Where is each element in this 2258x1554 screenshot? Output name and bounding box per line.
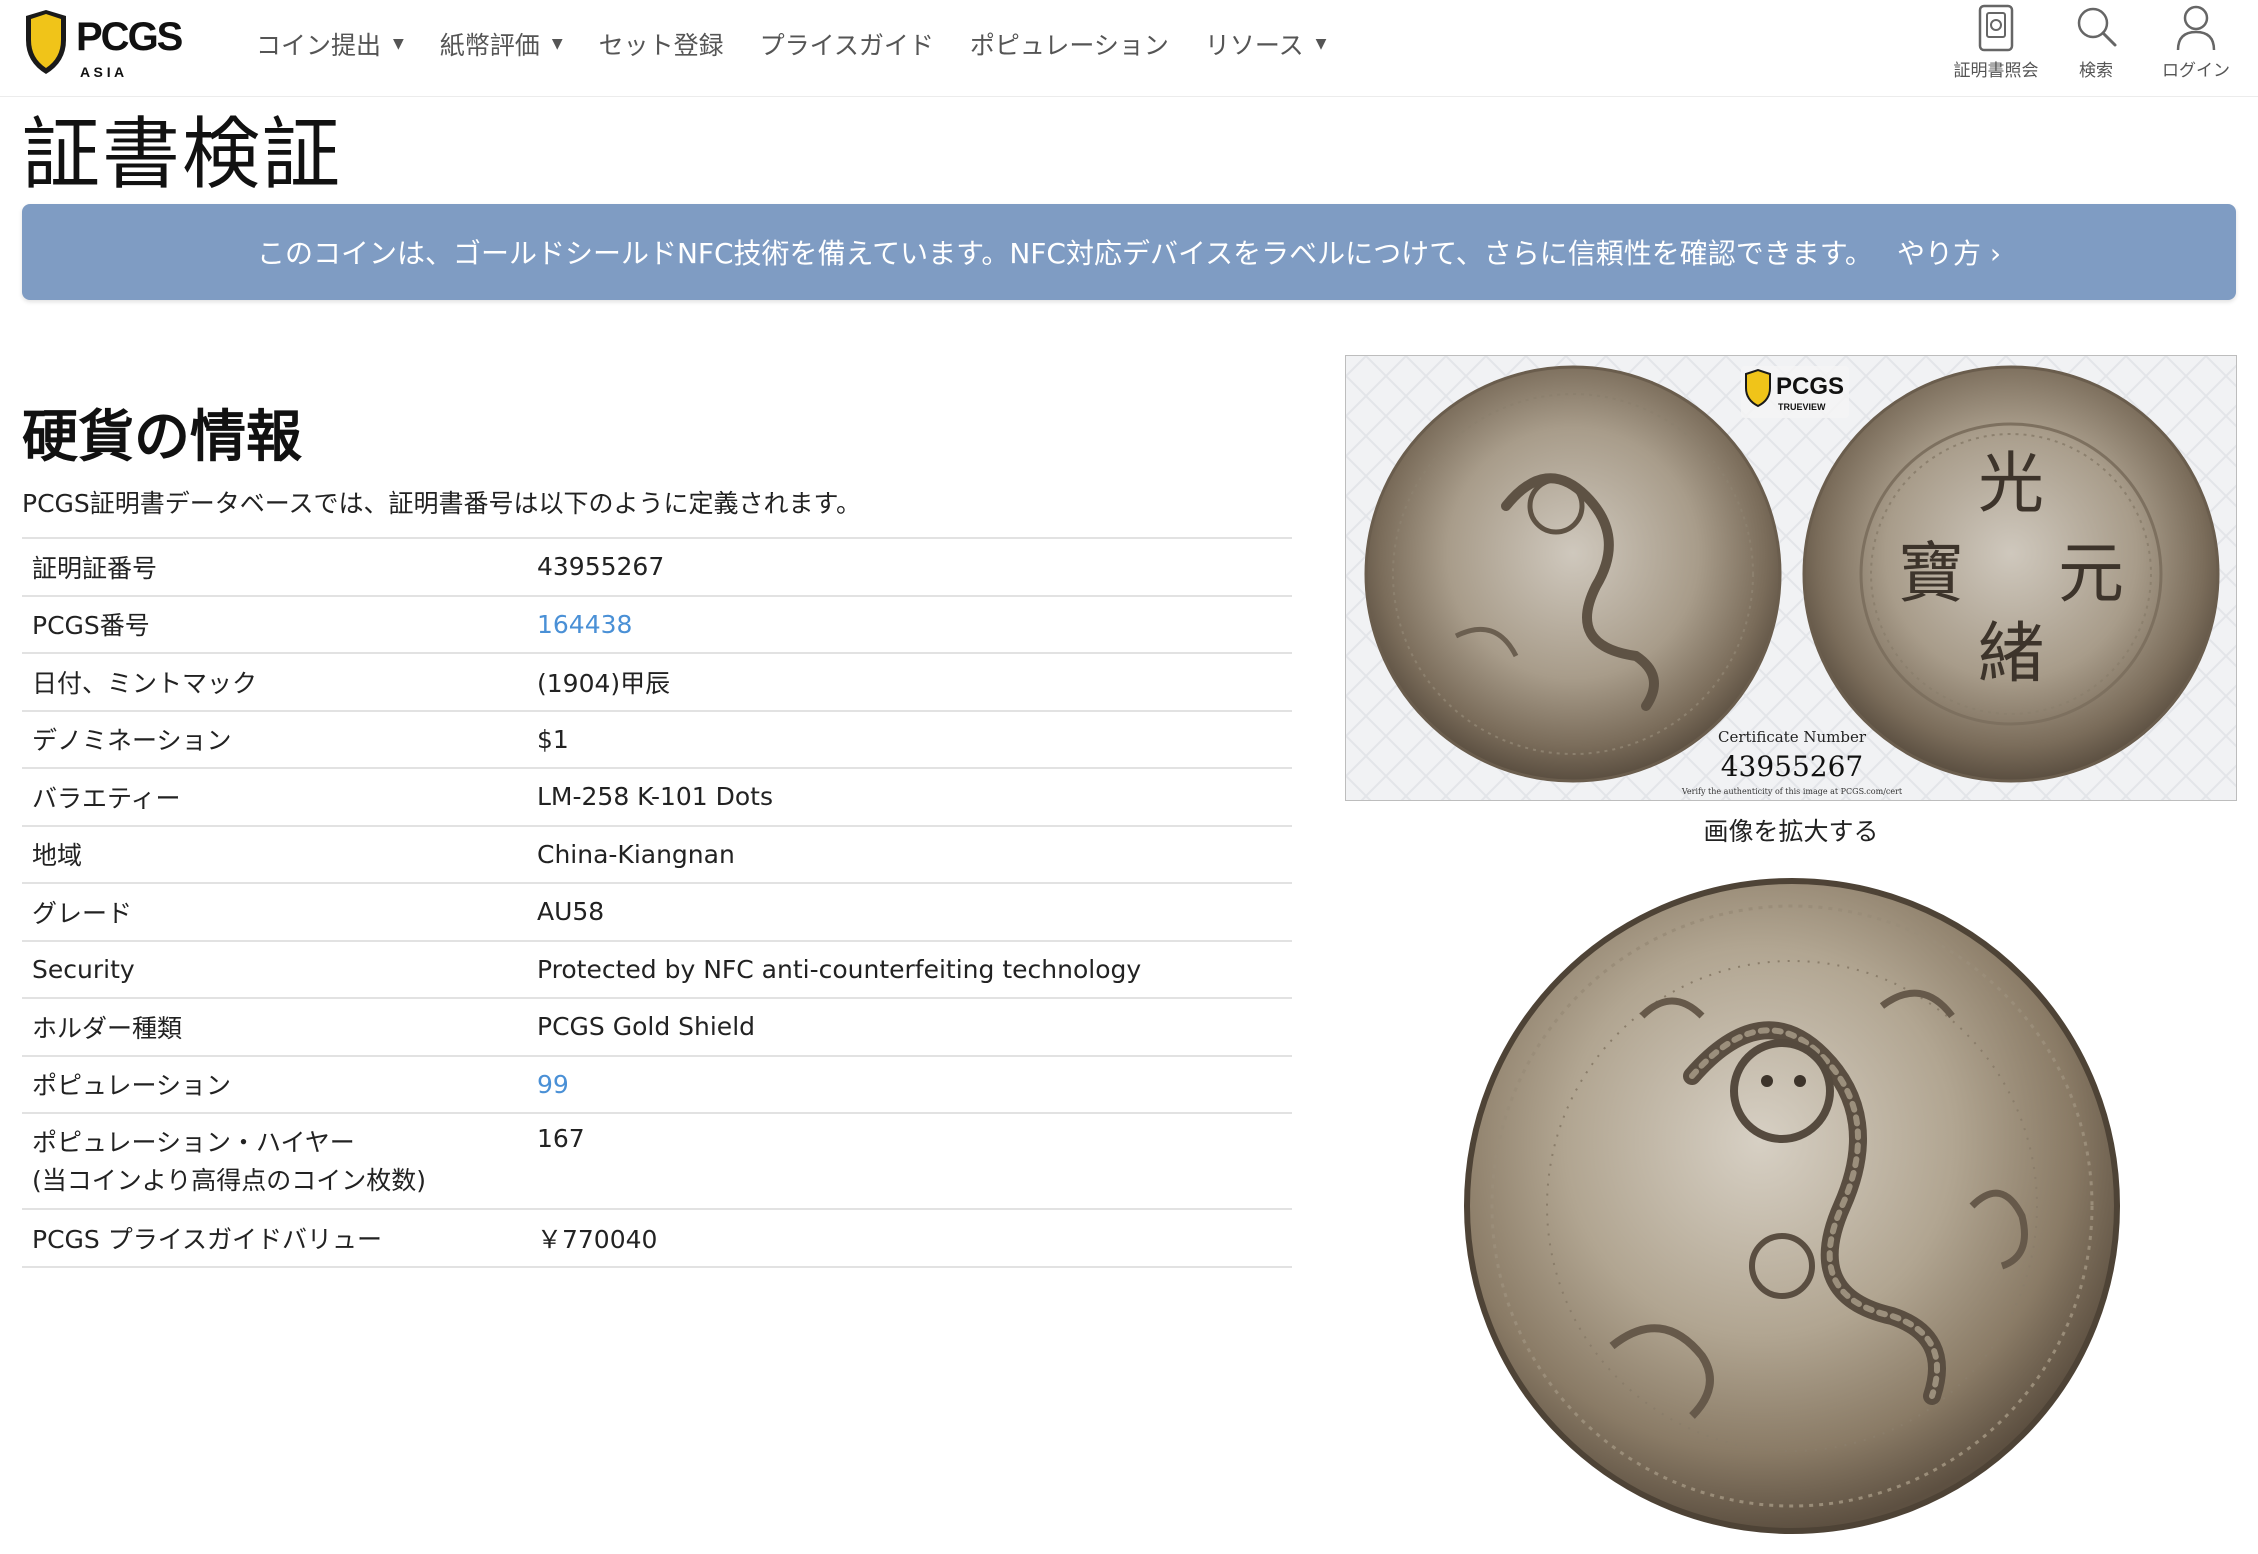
large-obverse-coin[interactable] — [1462, 876, 2122, 1536]
search-label: 検索 — [2079, 61, 2113, 81]
table-row: PCGS プライスガイドバリュー ￥770040 — [22, 1208, 1292, 1268]
table-row: ホルダー種類 PCGS Gold Shield — [22, 997, 1292, 1056]
table-row: グレード AU58 — [22, 882, 1292, 941]
nfc-banner-text: このコインは、ゴールドシールドNFC技術を備えています。NFC対応デバイスをラベ… — [256, 237, 1873, 270]
price-guide-value: ￥770040 — [527, 1208, 1292, 1268]
row-label: デノミネーション — [22, 709, 527, 768]
trueview-brand: PCGS — [1776, 373, 1844, 400]
table-row: Security Protected by NFC anti-counterfe… — [22, 939, 1292, 998]
cert-lookup-button[interactable]: 証明書照会 — [1946, 4, 2046, 81]
nfc-banner: このコインは、ゴールドシールドNFC技術を備えています。NFC対応デバイスをラベ… — [22, 204, 2236, 300]
nav-coin-submission[interactable]: コイン提出 ▼ — [256, 26, 404, 62]
row-label: Security — [22, 939, 527, 998]
row-label: 地域 — [22, 824, 527, 883]
slab-obverse-coin — [1364, 365, 1782, 783]
pcgs-number-cell: 164438 — [527, 594, 1292, 653]
nav-label: リソース — [1204, 31, 1304, 60]
slab-cert-number: 43955267 — [1721, 750, 1864, 783]
row-label: PCGS番号 — [22, 594, 527, 653]
caret-down-icon: ▼ — [1315, 36, 1327, 52]
table-row: デノミネーション $1 — [22, 709, 1292, 768]
coin-info-description: PCGS証明書データベースでは、証明書番号は以下のように定義されます。 — [22, 489, 862, 518]
page-title: 証書検証 — [22, 110, 343, 200]
caret-down-icon: ▼ — [393, 36, 404, 52]
nav-label: ポピュレーション — [969, 31, 1169, 60]
slab-verify-text: Verify the authenticity of this image at… — [1681, 787, 1903, 796]
reverse-char-right: 元 — [2058, 535, 2124, 612]
coin-info-title: 硬貨の情報 — [22, 405, 302, 470]
row-label: ポピュレーション — [22, 1054, 527, 1113]
nav-resources[interactable]: リソース ▼ — [1205, 26, 1327, 62]
row-label: 日付、ミントマック — [22, 652, 527, 711]
header-actions: 証明書照会 検索 ログイン — [1946, 4, 2246, 81]
reverse-char-top: 光 — [1978, 445, 2044, 522]
nav-label: セット登録 — [598, 31, 724, 60]
logo-sub: A S I A — [80, 64, 124, 80]
table-row: 日付、ミントマック (1904)甲辰 — [22, 652, 1292, 711]
table-row: バラエティー LM-258 K-101 Dots — [22, 767, 1292, 826]
slab-photo: 光 元 緒 寶 PCGS TRUEVIEW Certificate Number… — [1346, 356, 2236, 800]
nav-population[interactable]: ポピュレーション — [970, 26, 1169, 62]
user-icon — [2176, 5, 2216, 51]
region-value: China-Kiangnan — [527, 824, 1292, 883]
row-label: グレード — [22, 882, 527, 941]
nav-label: 紙幣評価 — [439, 31, 540, 60]
row-label: ホルダー種類 — [22, 997, 527, 1056]
trueview-logo: PCGS TRUEVIEW — [1741, 366, 1849, 418]
pop-higher-sublabel: (当コインより高得点のコイン枚数) — [32, 1166, 427, 1195]
nav-price-guide[interactable]: プライスガイド — [760, 26, 934, 62]
row-label: ポピュレーション・ハイヤー (当コインより高得点のコイン枚数) — [22, 1112, 527, 1209]
nav-label: コイン提出 — [256, 31, 382, 60]
row-label: 証明証番号 — [22, 537, 527, 596]
site-header: PCGS A S I A コイン提出 ▼ 紙幣評価 ▼ セット登録 プライスガイド … — [0, 0, 2258, 97]
logo-brand: PCGS — [76, 15, 183, 59]
date-mintmark-value: (1904)甲辰 — [527, 652, 1292, 711]
nav-set-registry[interactable]: セット登録 — [599, 26, 724, 62]
nav-label: プライスガイド — [759, 31, 934, 60]
population-cell: 99 — [527, 1054, 1292, 1113]
table-row: 証明証番号 43955267 — [22, 537, 1292, 596]
login-button[interactable]: ログイン — [2146, 4, 2246, 81]
row-label: バラエティー — [22, 767, 527, 826]
table-row: PCGS番号 164438 — [22, 594, 1292, 653]
table-row: ポピュレーション・ハイヤー (当コインより高得点のコイン枚数) 167 — [22, 1112, 1292, 1209]
slab-image[interactable]: 光 元 緒 寶 PCGS TRUEVIEW Certificate Number… — [1345, 355, 2237, 801]
population-link[interactable]: 99 — [537, 1070, 569, 1099]
pop-higher-label: ポピュレーション・ハイヤー — [32, 1128, 355, 1157]
security-value: Protected by NFC anti-counterfeiting tec… — [527, 939, 1292, 998]
zoom-image-link[interactable]: 画像を拡大する — [1345, 812, 2237, 848]
pcgs-asia-logo[interactable]: PCGS A S I A — [20, 6, 200, 82]
grade-value: AU58 — [527, 882, 1292, 941]
coin-info-table: 証明証番号 43955267 PCGS番号 164438 日付、ミントマック (… — [22, 537, 1292, 1268]
reverse-char-bottom: 緒 — [1978, 615, 2044, 692]
nav-banknote-grading[interactable]: 紙幣評価 ▼ — [440, 26, 563, 62]
reverse-char-left: 寶 — [1898, 535, 1964, 612]
table-row: ポピュレーション 99 — [22, 1054, 1292, 1113]
cert-lookup-label: 証明書照会 — [1953, 61, 2039, 81]
certificate-icon — [1978, 4, 2014, 52]
pcgs-number-link[interactable]: 164438 — [537, 610, 632, 639]
trueview-sub: TRUEVIEW — [1778, 402, 1826, 412]
login-label: ログイン — [2162, 61, 2230, 81]
slab-reverse-coin: 光 元 緒 寶 — [1802, 365, 2220, 783]
main-nav: コイン提出 ▼ 紙幣評価 ▼ セット登録 プライスガイド ポピュレーション リソース… — [256, 26, 1362, 62]
holder-type-value: PCGS Gold Shield — [527, 997, 1292, 1056]
search-icon — [2077, 7, 2117, 47]
variety-value: LM-258 K-101 Dots — [527, 767, 1292, 826]
denomination-value: $1 — [527, 709, 1292, 768]
search-button[interactable]: 検索 — [2046, 4, 2146, 81]
table-row: 地域 China-Kiangnan — [22, 824, 1292, 883]
pop-higher-value: 167 — [527, 1112, 1292, 1209]
row-label: PCGS プライスガイドバリュー — [22, 1208, 527, 1268]
how-to-link[interactable]: やり方 › — [1897, 232, 2001, 272]
caret-down-icon: ▼ — [551, 36, 563, 52]
cert-number-value: 43955267 — [527, 537, 1292, 596]
slab-cert-label: Certificate Number — [1718, 728, 1867, 746]
